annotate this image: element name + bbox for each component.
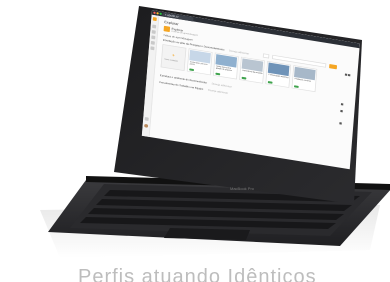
- add-content-card[interactable]: + Novo conteúdo: [160, 44, 187, 72]
- status-badge: [189, 68, 195, 72]
- status-badge: [267, 81, 273, 84]
- users-icon[interactable]: [150, 40, 155, 45]
- explore-icon[interactable]: [151, 29, 156, 34]
- content-card[interactable]: Comunicação assertiva: [265, 60, 292, 88]
- reports-icon[interactable]: [150, 46, 155, 51]
- minimize-window-icon[interactable]: [156, 12, 159, 15]
- close-window-icon[interactable]: [153, 11, 156, 15]
- expand-icon[interactable]: [340, 109, 343, 113]
- content-card[interactable]: Importância da empatia: [239, 56, 265, 84]
- product-shot: MacBook Pro r-ubutle.tv Explorar Explora…: [0, 0, 390, 282]
- status-badge: [215, 72, 221, 76]
- app-logo-icon[interactable]: [152, 17, 157, 22]
- add-content-label: Novo conteúdo: [164, 58, 178, 63]
- settings-icon[interactable]: [144, 117, 149, 122]
- home-icon[interactable]: [152, 24, 157, 29]
- status-badge: [241, 76, 247, 80]
- status-badge: [293, 85, 299, 89]
- content-card[interactable]: Feedback contínuo: [291, 65, 318, 93]
- keyboard-brand-label: MacBook Pro: [230, 186, 255, 191]
- content-card[interactable]: Como fazer um bom pitch?: [186, 48, 213, 76]
- plus-icon: +: [171, 53, 176, 59]
- content-card[interactable]: Saiba mais sobre gestão de projetos: [212, 52, 239, 80]
- track-extra: Deseja adicionar: [211, 82, 232, 89]
- library-icon[interactable]: [151, 35, 156, 40]
- avatar[interactable]: [144, 123, 149, 128]
- content-cards: + Novo conteúdo Como fazer um bom pitch?…: [160, 44, 348, 98]
- more-icon[interactable]: [347, 73, 351, 77]
- expand-icon[interactable]: [340, 103, 344, 106]
- course-icon: [163, 25, 171, 33]
- filter-button[interactable]: [262, 53, 270, 59]
- card-controls: [343, 73, 351, 94]
- more-icon[interactable]: [339, 122, 342, 125]
- track-extra: Deseja adicionar: [207, 88, 229, 95]
- add-button[interactable]: [329, 64, 338, 70]
- caption-text: Perfis atuando Idênticos: [78, 266, 317, 282]
